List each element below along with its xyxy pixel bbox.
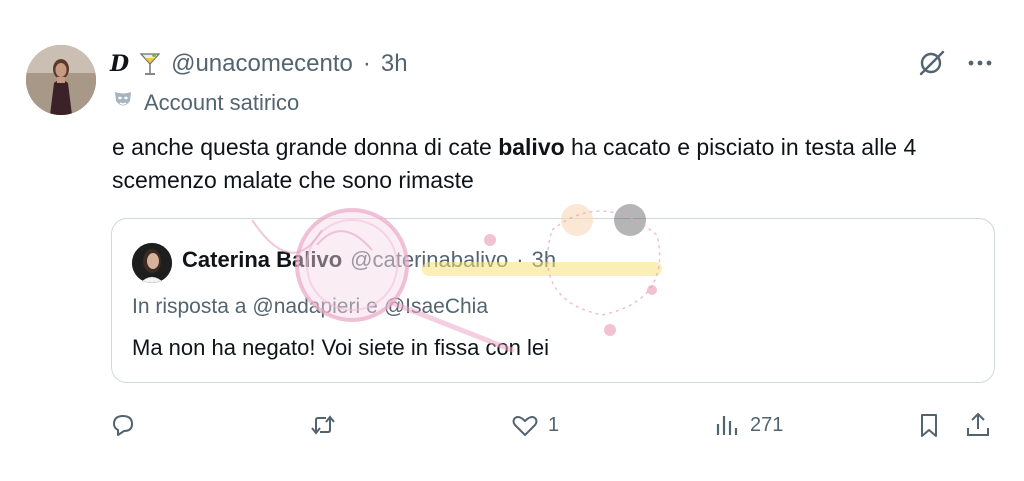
retweet-icon xyxy=(311,415,335,435)
quoted-avatar[interactable] xyxy=(132,243,172,283)
tweet-text-part: e anche questa grande donna di cate xyxy=(112,134,499,160)
display-name[interactable]: D xyxy=(110,51,129,77)
reply-user-1[interactable]: @nadapieri xyxy=(252,295,360,319)
quoted-text: Ma non ha negato! Voi siete in fissa con… xyxy=(132,335,550,360)
account-label[interactable]: Account satirico xyxy=(112,89,299,117)
timestamp[interactable]: 3h xyxy=(381,50,408,78)
quoted-reply-context: In risposta a @nadapieri e @IsaeChia xyxy=(132,295,488,319)
share-button[interactable] xyxy=(963,405,993,445)
share-icon xyxy=(967,412,989,436)
tweet-text-bold: balivo xyxy=(498,134,565,160)
like-button[interactable]: 1 xyxy=(510,405,559,445)
account-label-text: Account satirico xyxy=(144,90,300,115)
cocktail-icon xyxy=(139,51,161,77)
views-icon xyxy=(716,416,738,435)
reply-button[interactable] xyxy=(108,405,146,445)
reply-and: e xyxy=(366,295,378,318)
action-bar: 1 271 xyxy=(108,405,998,445)
reply-prefix: In risposta a xyxy=(132,295,247,318)
quoted-handle[interactable]: @caterinabalivo xyxy=(350,247,508,273)
bookmark-icon xyxy=(921,414,937,437)
views-count: 271 xyxy=(750,413,784,436)
tweet: D @unacomecento · 3h Account satirico e … xyxy=(0,0,1024,481)
separator: · xyxy=(362,50,371,77)
more-icon[interactable] xyxy=(966,49,994,82)
quoted-tweet[interactable]: Caterina Balivo @caterinabalivo · 3h In … xyxy=(111,218,995,383)
handle[interactable]: @unacomecento xyxy=(171,50,353,78)
quoted-separator: · xyxy=(516,247,524,272)
like-count: 1 xyxy=(548,413,560,436)
grok-icon[interactable] xyxy=(916,48,946,83)
quoted-header: Caterina Balivo @caterinabalivo · 3h xyxy=(182,247,556,273)
top-right-controls xyxy=(916,48,994,82)
quoted-timestamp[interactable]: 3h xyxy=(532,247,556,273)
tweet-header: D @unacomecento · 3h xyxy=(110,48,408,80)
theater-mask-icon xyxy=(112,89,134,117)
retweet-button[interactable] xyxy=(308,405,346,445)
heart-icon xyxy=(512,416,538,436)
views-button[interactable]: 271 xyxy=(712,405,783,445)
reply-icon xyxy=(113,415,133,436)
avatar[interactable] xyxy=(26,45,96,115)
quoted-display-name[interactable]: Caterina Balivo xyxy=(182,247,342,273)
bookmark-button[interactable] xyxy=(914,405,944,445)
tweet-text: e anche questa grande donna di cate bali… xyxy=(112,131,992,197)
reply-user-2[interactable]: @IsaeChia xyxy=(384,295,488,319)
